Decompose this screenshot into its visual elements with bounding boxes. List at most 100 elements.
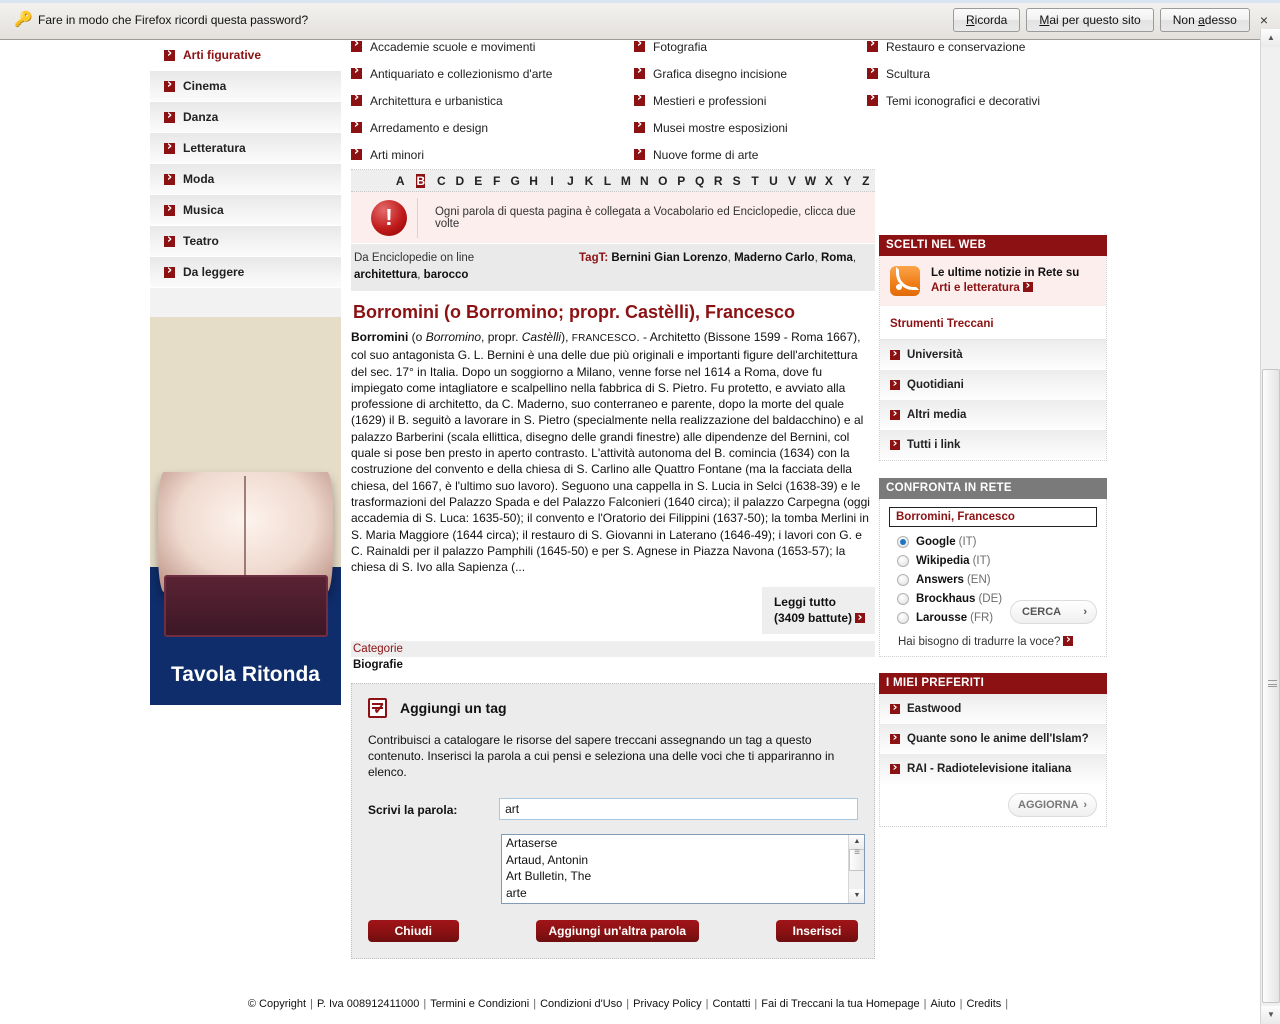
favorite-item-islam[interactable]: Quante sono le anime dell'Islam?: [880, 724, 1106, 754]
footer-link-termini[interactable]: Termini e Condizioni: [430, 998, 529, 1010]
sidebar-item-quotidiani[interactable]: Quotidiani: [880, 370, 1106, 400]
footer-link-aiuto[interactable]: Aiuto: [931, 998, 956, 1010]
alpha-letter-g[interactable]: G: [506, 174, 524, 188]
footer-link-homepage[interactable]: Fai di Treccani la tua Homepage: [761, 998, 919, 1010]
category-link[interactable]: Scultura: [867, 64, 1107, 81]
alpha-letter-i[interactable]: I: [543, 174, 561, 188]
alpha-letter-j[interactable]: J: [561, 174, 579, 188]
category-link[interactable]: Arredamento e design: [351, 118, 634, 135]
tag-suggestions-listbox[interactable]: Artaserse Artaud, Antonin Art Bulletin, …: [501, 834, 865, 905]
window-scrollbar[interactable]: ▲ ▼: [1260, 29, 1280, 1024]
rss-topic-link[interactable]: Arti e letteratura: [931, 282, 1020, 294]
sidebar-item-da-leggere[interactable]: Da leggere: [150, 257, 341, 288]
alpha-letter-z[interactable]: Z: [857, 174, 875, 188]
footer-link-credits[interactable]: Credits: [966, 998, 1001, 1010]
alpha-letter-o[interactable]: O: [654, 174, 672, 188]
category-link[interactable]: Mestieri e professioni: [634, 91, 867, 108]
alpha-letter-k[interactable]: K: [580, 174, 598, 188]
sidebar-item-universita[interactable]: Università: [880, 340, 1106, 370]
sidebar-item-teatro[interactable]: Teatro: [150, 226, 341, 257]
alpha-letter-h[interactable]: H: [524, 174, 542, 188]
categories-value[interactable]: Biografie: [351, 657, 875, 675]
footer-link-privacy[interactable]: Privacy Policy: [633, 998, 701, 1010]
sidebar-item-letteratura[interactable]: Letteratura: [150, 133, 341, 164]
sidebar-item-altri-media[interactable]: Altri media: [880, 400, 1106, 430]
category-link[interactable]: Antiquariato e collezionismo d'arte: [351, 64, 634, 81]
translate-link[interactable]: Hai bisogno di tradurre la voce?: [889, 627, 1097, 648]
alpha-letter-y[interactable]: Y: [838, 174, 856, 188]
alpha-letter-r[interactable]: R: [709, 174, 727, 188]
category-link[interactable]: Nuove forme di arte: [634, 145, 867, 162]
tagt-link[interactable]: Bernini Gian Lorenzo: [611, 252, 727, 264]
radio-icon[interactable]: [897, 592, 909, 605]
alpha-letter-w[interactable]: W: [801, 174, 819, 188]
scrollbar-thumb[interactable]: [1262, 369, 1280, 1003]
sidebar-item-arti-figurative[interactable]: Arti figurative: [150, 40, 341, 71]
alpha-letter-e[interactable]: E: [469, 174, 487, 188]
list-item[interactable]: Artaserse: [502, 835, 864, 852]
footer-link-contatti[interactable]: Contatti: [712, 998, 750, 1010]
category-link[interactable]: Arti minori: [351, 145, 634, 162]
not-now-button[interactable]: Non adesso: [1159, 7, 1250, 32]
sidebar-item-danza[interactable]: Danza: [150, 102, 341, 133]
category-link[interactable]: Grafica disegno incisione: [634, 64, 867, 81]
scroll-down-icon[interactable]: ▼: [1261, 1006, 1280, 1024]
category-link[interactable]: Architettura e urbanistica: [351, 91, 634, 108]
category-link[interactable]: Restauro e conservazione: [867, 40, 1107, 54]
tag-word-input[interactable]: [499, 798, 858, 821]
list-item[interactable]: arte: [502, 885, 864, 902]
list-item[interactable]: Artaud, Antonin: [502, 852, 864, 869]
close-icon[interactable]: ×: [1260, 13, 1268, 27]
scroll-down-icon[interactable]: ▼: [849, 889, 864, 904]
alpha-letter-v[interactable]: V: [783, 174, 801, 188]
sidebar-item-tutti-i-link[interactable]: Tutti i link: [880, 430, 1106, 460]
radio-icon[interactable]: [897, 554, 909, 567]
category-link[interactable]: Temi iconografici e decorativi: [867, 91, 1107, 108]
listbox-scrollbar[interactable]: ▲ ▼: [848, 835, 864, 904]
category-link[interactable]: Fotografia: [634, 40, 867, 54]
alpha-letter-a[interactable]: A: [391, 174, 409, 188]
footer-link-copyright[interactable]: © Copyright: [248, 998, 306, 1010]
radio-icon[interactable]: [897, 573, 909, 586]
alpha-letter-q[interactable]: Q: [690, 174, 708, 188]
list-item[interactable]: Art Bulletin, The: [502, 868, 864, 885]
tagt-link[interactable]: Roma: [821, 252, 853, 264]
favorite-item-eastwood[interactable]: Eastwood: [880, 694, 1106, 724]
update-favorites-button[interactable]: AGGIORNA ›: [1008, 793, 1097, 817]
alpha-letter-s[interactable]: S: [727, 174, 745, 188]
read-all-button[interactable]: Leggi tutto (3409 battute): [761, 587, 875, 635]
footer-link-condizioni[interactable]: Condizioni d'Uso: [540, 998, 622, 1010]
alpha-letter-u[interactable]: U: [764, 174, 782, 188]
tagt-link[interactable]: architettura: [354, 269, 417, 281]
alpha-letter-d[interactable]: D: [451, 174, 469, 188]
article-title[interactable]: Borromini (o Borromino; propr. Castèlli)…: [351, 292, 875, 329]
alpha-letter-p[interactable]: P: [672, 174, 690, 188]
alpha-letter-c[interactable]: C: [432, 174, 450, 188]
category-link[interactable]: Musei mostre esposizioni: [634, 118, 867, 135]
alpha-letter-n[interactable]: N: [635, 174, 653, 188]
tagt-link[interactable]: barocco: [424, 269, 469, 281]
sidebar-item-moda[interactable]: Moda: [150, 164, 341, 195]
compare-option-answers[interactable]: Answers (EN): [889, 570, 1097, 589]
alpha-letter-x[interactable]: X: [820, 174, 838, 188]
favorite-item-rai[interactable]: RAI - Radiotelevisione italiana: [880, 754, 1106, 784]
sidebar-item-cinema[interactable]: Cinema: [150, 71, 341, 102]
compare-option-wikipedia[interactable]: Wikipedia (IT): [889, 551, 1097, 570]
search-button[interactable]: CERCA ›: [1010, 600, 1097, 624]
scroll-up-icon[interactable]: ▲: [1261, 29, 1280, 47]
compare-option-google[interactable]: Google (IT): [889, 532, 1097, 551]
promo-banner-tavola-ritonda[interactable]: Tavola Ritonda: [150, 317, 341, 705]
sidebar-item-musica[interactable]: Musica: [150, 195, 341, 226]
footer-link-piva[interactable]: P. Iva 008912411000: [317, 998, 419, 1010]
close-tag-button[interactable]: Chiudi: [368, 920, 459, 943]
alpha-letter-l[interactable]: L: [598, 174, 616, 188]
alpha-letter-t[interactable]: T: [746, 174, 764, 188]
category-link[interactable]: Accademie scuole e movimenti: [351, 40, 634, 54]
rss-promo-block[interactable]: Le ultime notizie in Rete su Arti e lett…: [880, 256, 1106, 307]
remember-password-button[interactable]: Ricorda: [952, 7, 1021, 32]
scrollbar-thumb[interactable]: [849, 847, 864, 872]
alpha-letter-m[interactable]: M: [617, 174, 635, 188]
compare-query-input[interactable]: [889, 507, 1097, 527]
insert-tag-button[interactable]: Inserisci: [775, 920, 858, 943]
tagt-link[interactable]: Maderno Carlo: [734, 252, 815, 264]
